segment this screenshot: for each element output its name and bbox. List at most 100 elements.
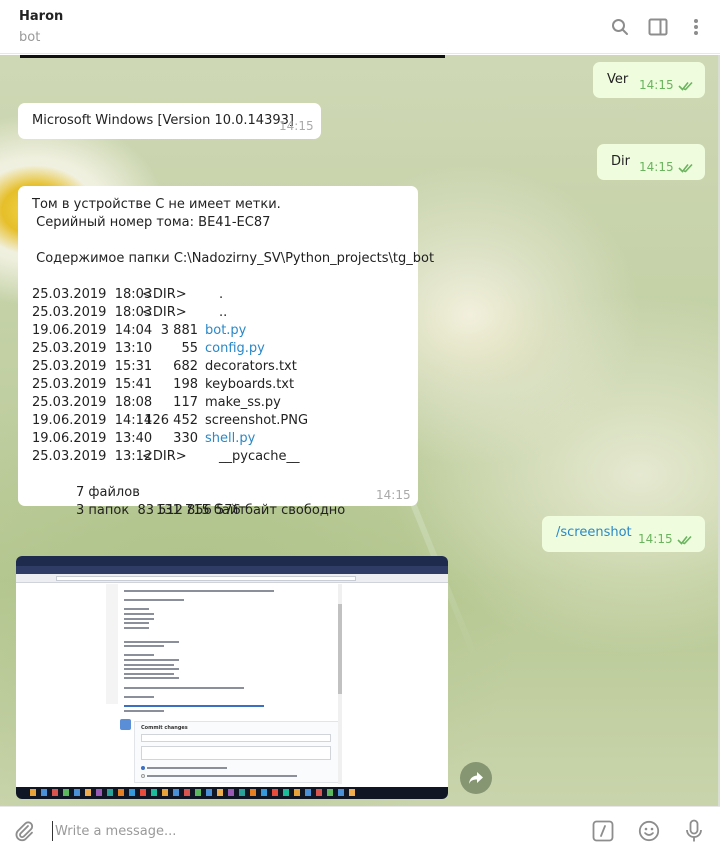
- entry-date: 25.03.2019 13:12: [32, 449, 153, 464]
- screenshot-text-line: [124, 677, 179, 680]
- dir-listing: Том в устройстве C не имеет метки. Серий…: [32, 196, 435, 518]
- message-composer: [0, 806, 720, 852]
- dir-summary-files: 7 файлов 131 715 байт: [32, 466, 434, 518]
- screenshot-text-line: [124, 640, 179, 643]
- dir-entry: 25.03.2019 18:08 117 make_ss.py: [32, 394, 434, 412]
- taskbar-app-icon: [118, 789, 124, 796]
- entry-size: 198: [173, 377, 198, 392]
- entry-dir-tag: <DIR>: [142, 287, 187, 302]
- taskbar-app-icon: [239, 789, 245, 796]
- message-outgoing[interactable]: /screenshot 14:15: [542, 516, 705, 552]
- taskbar-app-icon: [96, 789, 102, 796]
- taskbar-app-icon: [63, 789, 69, 796]
- chat-history[interactable]: Ver 14:15 Microsoft Windows [Version 10.…: [0, 55, 718, 806]
- taskbar-app-icon: [338, 789, 344, 796]
- entry-filename: make_ss.py: [205, 395, 281, 410]
- taskbar-app-icon: [206, 789, 212, 796]
- dir-entry: 25.03.2019 13:12 <DIR> __pycache__: [32, 448, 434, 466]
- taskbar-app-icon: [41, 789, 47, 796]
- screenshot-text-line: [124, 645, 164, 648]
- message-time: 14:15: [376, 488, 411, 502]
- screenshot-text-line: [124, 590, 274, 592]
- chat-title[interactable]: Haron: [19, 9, 63, 24]
- screenshot-scrollbar: [338, 584, 342, 784]
- dirs-line: 3 папок 83 512 856 576 байт свободно: [76, 503, 346, 518]
- bot-command-link[interactable]: /screenshot: [556, 525, 632, 540]
- dir-entry: 25.03.2019 13:10 55 config.py: [32, 340, 434, 358]
- taskbar-app-icon: [316, 789, 322, 796]
- entry-filename-link[interactable]: bot.py: [205, 322, 246, 340]
- taskbar-app-icon: [173, 789, 179, 796]
- entry-filename: .: [219, 287, 224, 302]
- screenshot-text-line: [124, 622, 149, 625]
- entry-size: 3 881: [160, 323, 198, 338]
- screenshot-text-line: [124, 705, 264, 707]
- taskbar-app-icon: [305, 789, 311, 796]
- dir-entry: 19.06.2019 14:14 126 452 screenshot.PNG: [32, 412, 434, 430]
- attach-icon[interactable]: [12, 819, 36, 843]
- taskbar-app-icon: [129, 789, 135, 796]
- screenshot-text-line: [124, 672, 174, 675]
- taskbar-app-icon: [349, 789, 355, 796]
- message-text: Ver: [607, 72, 629, 87]
- taskbar-app-icon: [162, 789, 168, 796]
- screenshot-text-line: [124, 613, 154, 615]
- entry-date: 25.03.2019 18:03: [32, 305, 153, 320]
- entry-filename-link[interactable]: shell.py: [205, 430, 255, 448]
- dir-header-line: Содержимое папки C:\Nadozirny_SV\Python_…: [32, 251, 435, 266]
- entry-size: 55: [181, 341, 198, 356]
- chat-header: Haron bot: [0, 0, 720, 54]
- message-input[interactable]: [52, 821, 572, 841]
- entry-filename: ..: [219, 305, 228, 320]
- entry-size: 330: [173, 431, 198, 446]
- screenshot-text-line: [124, 599, 184, 602]
- taskbar-app-icon: [52, 789, 58, 796]
- message-incoming[interactable]: Том в устройстве C не имеет метки. Серий…: [18, 186, 434, 518]
- taskbar-app-icon: [261, 789, 267, 796]
- dir-header-line: Том в устройстве C не имеет метки.: [32, 197, 281, 212]
- dir-entry: 19.06.2019 14:04 3 881 bot.py: [32, 322, 434, 340]
- sidebar-toggle-icon[interactable]: [645, 14, 671, 40]
- screenshot-commit-box: Commit changes: [134, 721, 339, 783]
- taskbar-app-icon: [294, 789, 300, 796]
- share-icon[interactable]: [460, 762, 492, 794]
- screenshot-menubar: [16, 556, 448, 566]
- more-vertical-icon[interactable]: [683, 14, 709, 40]
- taskbar-app-icon: [195, 789, 201, 796]
- taskbar-app-icon: [283, 789, 289, 796]
- search-icon[interactable]: [607, 14, 633, 40]
- taskbar-app-icon: [30, 789, 36, 796]
- entry-date: 25.03.2019 18:03: [32, 287, 153, 302]
- message-outgoing[interactable]: Dir 14:15: [597, 144, 705, 180]
- taskbar-app-icon: [85, 789, 91, 796]
- microphone-icon[interactable]: [682, 819, 706, 843]
- commands-icon[interactable]: [591, 819, 615, 843]
- entry-filename-link[interactable]: config.py: [205, 340, 265, 358]
- dir-entries: 25.03.2019 18:03 <DIR>. 25.03.2019 18:03 <D…: [32, 286, 434, 466]
- message-time: 14:15: [638, 532, 673, 546]
- screenshot-text-line: [124, 654, 154, 657]
- previous-image-edge: [20, 55, 445, 58]
- message-outgoing[interactable]: Ver 14:15: [593, 62, 705, 98]
- entry-size: 117: [173, 395, 198, 410]
- screenshot-text-line: [124, 695, 154, 698]
- screenshot-addressbar: [16, 574, 448, 583]
- emoji-icon[interactable]: [637, 819, 661, 843]
- screenshot-text-line: [124, 626, 149, 629]
- screenshot-text-line: [124, 663, 174, 666]
- screenshot-text-line: [124, 617, 154, 620]
- entry-dir-tag: <DIR>: [142, 305, 187, 320]
- taskbar-app-icon: [327, 789, 333, 796]
- commit-title: Commit changes: [141, 725, 188, 731]
- photo-message[interactable]: Commit changes: [16, 556, 448, 799]
- entry-filename: __pycache__: [219, 449, 300, 464]
- screenshot-tabbar: [16, 566, 448, 574]
- screenshot-avatar: [120, 719, 131, 730]
- dir-summary-dirs: 3 папок 83 512 856 576 байт свободно: [32, 484, 434, 518]
- dir-entry: 25.03.2019 15:41 198 keyboards.txt: [32, 376, 434, 394]
- double-check-icon: [678, 163, 693, 173]
- message-incoming[interactable]: Microsoft Windows [Version 10.0.14393] 1…: [18, 103, 321, 139]
- screenshot-text-line: [124, 608, 149, 611]
